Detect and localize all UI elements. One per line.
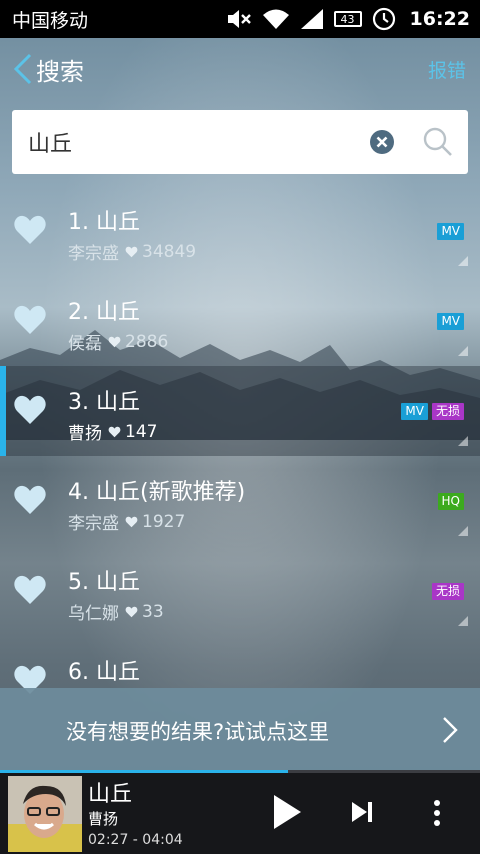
result-row[interactable]: 2. 山丘 侯磊 2886 MV [0, 276, 480, 366]
artist-name: 乌仁娜 [68, 604, 119, 624]
favorite-heart-icon[interactable] [13, 574, 47, 606]
likes-heart-icon [108, 336, 121, 347]
tag-group: MV 无损 [401, 403, 464, 420]
clock: 16:22 [409, 8, 470, 30]
results-list: 1. 山丘 李宗盛 34849 MV 2. 山丘 侯磊 2886 MV 3. 山… [0, 186, 480, 726]
likes-count: 34849 [142, 241, 197, 262]
battery-level: 43 [340, 12, 355, 26]
battery-icon: 43 [333, 11, 362, 27]
result-row-selected[interactable]: 3. 山丘 曹扬 147 MV 无损 [0, 366, 480, 456]
song-meta: 李宗盛 34849 [68, 239, 197, 265]
likes-heart-icon [125, 516, 138, 527]
song-title: 4. 山丘(新歌推荐) [68, 480, 246, 505]
suggestion-banner[interactable]: 没有想要的结果?试试点这里 [0, 688, 480, 770]
likes-heart-icon [125, 246, 138, 257]
signal-icon [300, 9, 323, 29]
album-cover[interactable] [8, 776, 82, 852]
search-icon[interactable] [422, 126, 454, 158]
more-options-corner-icon[interactable] [458, 346, 468, 356]
search-input[interactable] [28, 123, 358, 161]
player-time: 02:27 - 04:04 [88, 832, 183, 848]
mv-badge[interactable]: MV [401, 403, 428, 420]
more-options-icon[interactable] [430, 798, 444, 828]
likes-heart-icon [108, 426, 121, 437]
artist-name: 侯磊 [68, 334, 102, 354]
progress-fill [0, 770, 288, 773]
song-title: 1. 山丘 [68, 210, 140, 235]
song-meta: 曹扬 147 [68, 419, 158, 445]
more-options-corner-icon[interactable] [458, 256, 468, 266]
next-track-icon[interactable] [350, 800, 376, 824]
mv-badge[interactable]: MV [437, 313, 464, 330]
mv-badge[interactable]: MV [437, 223, 464, 240]
song-meta: 侯磊 2886 [68, 329, 169, 355]
suggestion-text: 没有想要的结果?试试点这里 [66, 720, 330, 744]
favorite-heart-icon[interactable] [13, 214, 47, 246]
play-icon[interactable] [268, 792, 304, 832]
lossless-badge[interactable]: 无损 [431, 403, 464, 420]
likes-count: 1927 [142, 511, 186, 532]
song-meta: 乌仁娜 33 [68, 599, 164, 625]
tag-group: MV [437, 313, 464, 330]
tag-group: HQ [437, 493, 464, 510]
artist-name: 曹扬 [68, 424, 102, 444]
tag-group: MV [437, 223, 464, 240]
result-row[interactable]: 4. 山丘(新歌推荐) 李宗盛 1927 HQ [0, 456, 480, 546]
result-row[interactable]: 1. 山丘 李宗盛 34849 MV [0, 186, 480, 276]
song-title: 3. 山丘 [68, 390, 140, 415]
song-title: 2. 山丘 [68, 300, 140, 325]
likes-heart-icon [125, 606, 138, 617]
alarm-icon [372, 7, 395, 31]
song-title: 5. 山丘 [68, 570, 140, 595]
favorite-heart-icon[interactable] [13, 304, 47, 336]
hq-badge[interactable]: HQ [437, 493, 464, 510]
artist-name: 李宗盛 [68, 244, 119, 264]
likes-count: 33 [142, 601, 164, 622]
report-error-button[interactable]: 报错 [428, 56, 466, 83]
carrier-label: 中国移动 [12, 9, 89, 32]
more-options-corner-icon[interactable] [458, 616, 468, 626]
wifi-icon [262, 9, 289, 29]
artist-name: 李宗盛 [68, 514, 119, 534]
more-options-corner-icon[interactable] [458, 526, 468, 536]
more-options-corner-icon[interactable] [458, 436, 468, 446]
result-row[interactable]: 5. 山丘 乌仁娜 33 无损 [0, 546, 480, 636]
player-artist: 曹扬 [88, 810, 119, 828]
clear-icon[interactable] [370, 130, 394, 154]
song-title: 6. 山丘 [68, 660, 140, 685]
status-icons: 43 16:22 [226, 0, 470, 38]
search-box [12, 110, 468, 174]
header: 搜索 报错 [0, 38, 480, 100]
song-meta: 李宗盛 1927 [68, 509, 186, 535]
progress-bar[interactable] [0, 770, 480, 773]
player-song-title: 山丘 [88, 782, 133, 807]
tag-group: 无损 [431, 583, 464, 600]
favorite-heart-icon[interactable] [13, 484, 47, 516]
favorite-heart-icon[interactable] [13, 394, 47, 426]
mini-player[interactable]: 山丘 曹扬 02:27 - 04:04 [0, 770, 480, 854]
likes-count: 2886 [125, 331, 169, 352]
mute-icon [227, 10, 251, 28]
likes-count: 147 [125, 421, 158, 442]
page-title: 搜索 [36, 58, 84, 86]
chevron-right-icon [443, 717, 458, 743]
lossless-badge[interactable]: 无损 [431, 583, 464, 600]
status-bar: 中国移动 43 16:22 [0, 0, 480, 38]
